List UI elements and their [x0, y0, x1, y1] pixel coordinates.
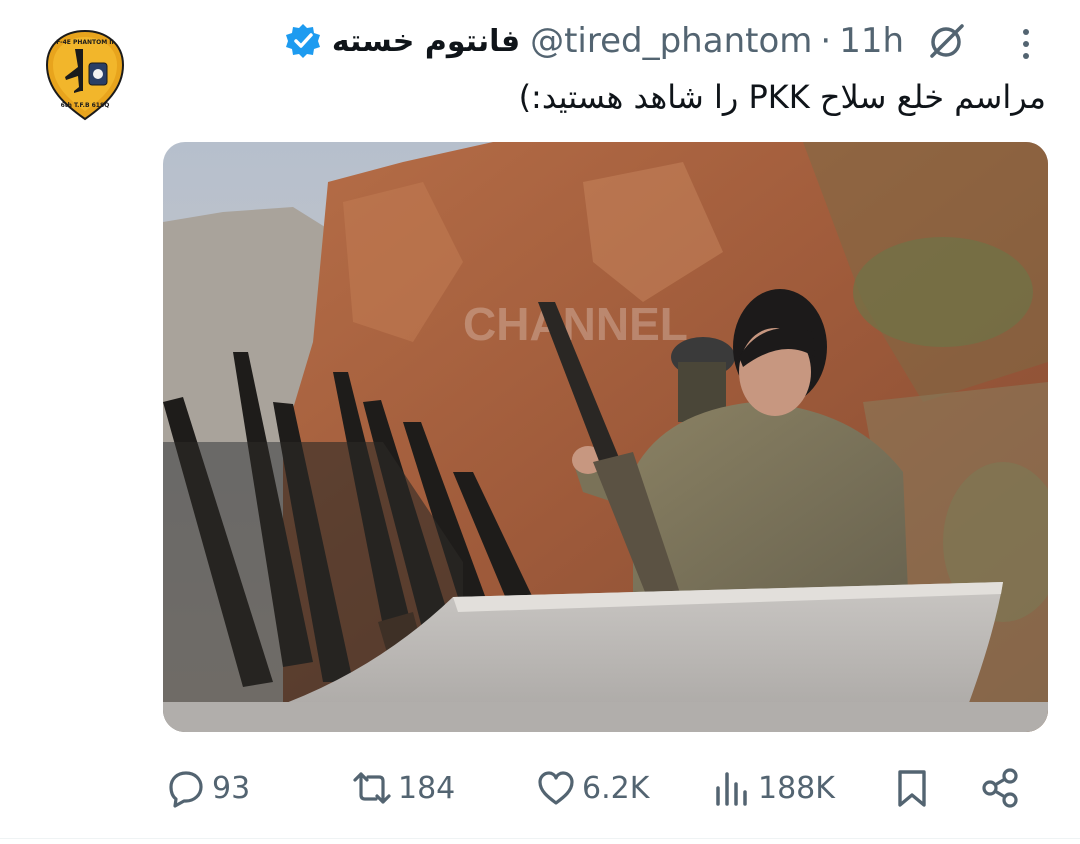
views-icon — [716, 772, 747, 806]
bookmark-button[interactable] — [892, 762, 938, 814]
user-handle[interactable]: @tired_phantom — [530, 21, 812, 61]
divider — [0, 838, 1080, 839]
repost-button[interactable]: 184 — [352, 762, 455, 814]
views-count: 188K — [758, 770, 835, 806]
display-name[interactable]: فانتوم خسته — [332, 24, 520, 59]
separator-dot: · — [820, 21, 832, 61]
reply-count: 93 — [212, 770, 251, 806]
media-watermark: CHANNEL — [463, 298, 688, 350]
grok-icon[interactable] — [926, 20, 968, 62]
views-button[interactable]: 188K — [712, 762, 835, 814]
tweet-media-image[interactable]: CHANNEL — [163, 142, 1048, 732]
verified-badge-icon — [284, 22, 322, 60]
avatar-bottom-text: 6th T.F.B 61SQ — [61, 102, 110, 109]
tweet-header: فانتوم خسته @tired_phantom · 11h — [160, 18, 972, 64]
avatar-ring-text: F-4E PHANTOM II — [56, 39, 114, 46]
share-icon — [982, 768, 1018, 808]
like-button[interactable]: 6.2K — [536, 762, 649, 814]
reply-icon — [169, 771, 203, 808]
reply-button[interactable]: 93 — [166, 762, 250, 814]
timestamp[interactable]: 11h — [839, 21, 904, 61]
avatar[interactable]: F-4E PHANTOM II 6th T.F.B 61SQ — [45, 29, 125, 121]
repost-icon — [353, 772, 391, 804]
repost-count: 184 — [398, 770, 456, 806]
bookmark-icon — [898, 770, 926, 807]
share-button[interactable] — [980, 762, 1026, 814]
more-options-icon[interactable] — [1012, 24, 1040, 64]
heart-icon — [538, 771, 574, 805]
tweet-text: مراسم خلع سلاح PKK را شاهد هستید:) — [518, 78, 1046, 116]
like-count: 6.2K — [582, 770, 650, 806]
tweet-actions: 93 184 6.2K 188K — [0, 762, 1080, 814]
